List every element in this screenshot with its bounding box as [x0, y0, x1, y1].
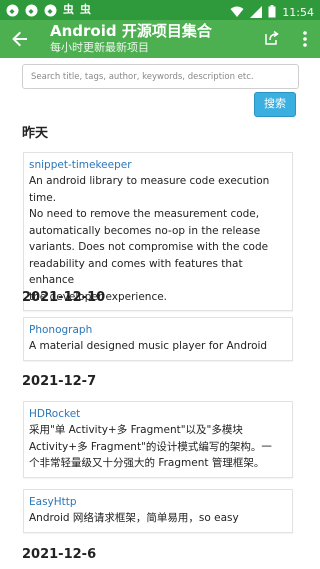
- project-name-link[interactable]: HDRocket: [29, 406, 286, 422]
- status-bar: 虫 虫 11:54: [0, 0, 320, 20]
- project-description: 采用"单 Activity+多 Fragment"以及"多模块: [29, 424, 243, 436]
- date-header: 2021-12-7: [22, 374, 97, 389]
- status-notification-text: 虫: [80, 3, 91, 16]
- more-vert-icon[interactable]: [300, 30, 310, 48]
- search-input[interactable]: [22, 64, 299, 89]
- project-description: automatically becomes no-op in the relea…: [29, 224, 261, 237]
- status-notification-text: 虫: [63, 3, 74, 16]
- android-icon: [25, 4, 38, 17]
- project-description: readability and comes with features that…: [29, 257, 243, 287]
- project-description: variants. Does not compromise with the c…: [29, 241, 269, 253]
- share-icon[interactable]: [264, 30, 280, 46]
- project-card[interactable]: EasyHttp Android 网络请求框架，简单易用，so easy: [23, 489, 293, 533]
- project-name-link[interactable]: Phonograph: [29, 322, 286, 338]
- project-card[interactable]: Phonograph A material designed music pla…: [23, 317, 293, 361]
- app-bar: Android 开源项目集合 每小时更新最新项目: [0, 20, 320, 58]
- date-header: 2021-12-10: [22, 290, 106, 305]
- project-name-link[interactable]: EasyHttp: [29, 494, 286, 510]
- android-icon: [6, 4, 19, 17]
- project-description: Android 网络请求框架，简单易用，so easy: [29, 512, 239, 524]
- date-header: 2021-12-6: [22, 547, 97, 562]
- android-icon: [44, 4, 57, 17]
- project-card[interactable]: snippet-timekeeper An android library to…: [23, 152, 293, 311]
- project-description: An android library to measure code execu…: [29, 175, 270, 204]
- project-name-link[interactable]: snippet-timekeeper: [29, 157, 286, 173]
- back-arrow-icon[interactable]: [10, 29, 30, 49]
- page-subtitle: 每小时更新最新项目: [50, 41, 149, 54]
- project-description: No need to remove the measurement code,: [29, 208, 260, 220]
- project-description: 个非常轻量级又十分强大的 Fragment 管理框架。: [29, 457, 265, 469]
- project-description: Activity+多 Fragment"的设计模式编写的架构。一: [29, 440, 272, 453]
- date-header: 昨天: [22, 126, 49, 141]
- clock: 11:54: [282, 5, 314, 19]
- project-description: A material designed music player for And…: [29, 340, 268, 352]
- search-button[interactable]: 搜索: [254, 92, 296, 117]
- page-title: Android 开源项目集合: [50, 22, 212, 40]
- project-card[interactable]: HDRocket 采用"单 Activity+多 Fragment"以及"多模块…: [23, 401, 293, 478]
